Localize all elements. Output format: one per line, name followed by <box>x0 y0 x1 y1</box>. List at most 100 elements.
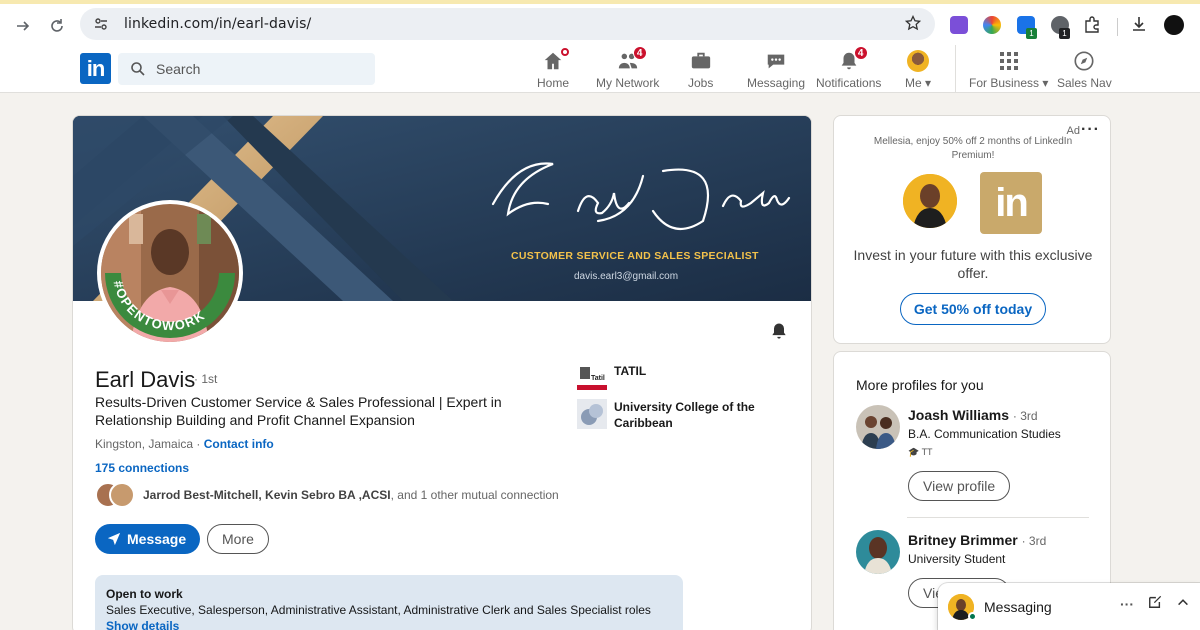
caret-down-icon: ▾ <box>1042 76 1049 90</box>
messaging-title: Messaging <box>984 598 1052 615</box>
message-button-label: Message <box>127 531 187 547</box>
messaging-actions: ··· <box>1120 595 1190 612</box>
svg-text:Tatil: Tatil <box>591 375 605 382</box>
nav-label: Sales Nav <box>1057 76 1112 90</box>
person-extra: 🎓 TT <box>908 447 933 457</box>
reload-icon[interactable] <box>44 13 70 39</box>
more-button[interactable]: More <box>207 524 269 554</box>
more-profiles-title: More profiles for you <box>856 377 984 393</box>
ad-cta-button[interactable]: Get 50% off today <box>900 293 1046 325</box>
message-button[interactable]: Message <box>95 524 201 554</box>
chat-icon <box>764 49 788 73</box>
site-settings-icon[interactable] <box>92 15 110 33</box>
ad-user-avatar <box>903 174 957 228</box>
nav-my-network[interactable]: 4 My Network <box>596 46 659 91</box>
nav-home[interactable]: Home <box>537 46 571 91</box>
forward-arrow-icon[interactable] <box>10 13 36 39</box>
search-icon <box>131 62 145 76</box>
connections-link[interactable]: 175 connections <box>95 461 189 475</box>
nav-label: Notifications <box>816 76 882 90</box>
chevron-up-icon[interactable] <box>1176 595 1190 612</box>
search-bar[interactable] <box>118 53 375 85</box>
download-icon[interactable] <box>1130 15 1148 38</box>
nav-divider <box>955 45 956 93</box>
nav-for-business[interactable]: For Business ▾ <box>969 49 1048 91</box>
notifications-badge: 4 <box>853 46 868 60</box>
profile-location: Kingston, Jamaica · Contact info <box>95 437 274 451</box>
nav-messaging[interactable]: Messaging <box>747 49 805 91</box>
nav-jobs[interactable]: Jobs <box>688 49 713 91</box>
browser-toolbar: linkedin.com/in/earl-davis/ 1 1 <box>0 0 1200 45</box>
person-headline: University Student <box>908 552 1006 566</box>
nav-sales-nav[interactable]: Sales Nav <box>1057 49 1112 91</box>
more-options-icon[interactable]: ··· <box>1120 596 1134 612</box>
open-to-work-box[interactable]: Open to work Sales Executive, Salesperso… <box>95 575 683 630</box>
separator: · <box>193 437 204 451</box>
extension-badge: 1 <box>1059 28 1070 39</box>
linkedin-global-nav: in Home 4 My Network Jobs Messaging 4 <box>0 45 1200 93</box>
avatar <box>906 49 930 73</box>
network-badge: 4 <box>632 46 647 60</box>
profile-photo-frame[interactable]: #OPENTOWORK <box>97 200 243 346</box>
send-icon <box>107 532 121 546</box>
show-details-link[interactable]: Show details <box>106 619 672 630</box>
graduation-cap-icon: 🎓 <box>908 447 920 457</box>
avatar <box>109 482 135 508</box>
banner-email: davis.earl3@gmail.com <box>574 271 678 282</box>
location-text: Kingston, Jamaica <box>95 437 194 451</box>
extension-icon[interactable] <box>950 16 968 34</box>
nav-label: Messaging <box>747 76 806 90</box>
profile-name: Earl Davis <box>95 367 196 392</box>
open-to-work-frame: #OPENTOWORK <box>105 273 235 338</box>
open-to-work-text: #OPENTOWORK <box>111 279 207 333</box>
avatar[interactable] <box>856 530 900 574</box>
nav-notifications[interactable]: 4 Notifications <box>816 46 882 91</box>
ad-body-text: Invest in your future with this exclusiv… <box>853 247 1093 281</box>
profile-avatar[interactable] <box>1164 15 1184 35</box>
avatar[interactable] <box>856 405 900 449</box>
compose-icon[interactable] <box>1148 595 1162 612</box>
ucc-logo <box>577 399 607 429</box>
contact-info-link[interactable]: Contact info <box>204 437 274 451</box>
network-icon: 4 <box>616 46 647 73</box>
nav-me[interactable]: Me ▾ <box>905 49 931 91</box>
notification-dot <box>559 46 571 58</box>
svg-text:#OPENTOWORK: #OPENTOWORK <box>111 279 208 333</box>
extension-icon[interactable] <box>983 16 1001 34</box>
extension-badge: 1 <box>1026 28 1037 39</box>
person-name[interactable]: Britney Brimmer · 3rd <box>908 532 1046 548</box>
mutual-avatars <box>95 482 137 508</box>
person-name[interactable]: Joash Williams · 3rd <box>908 407 1038 423</box>
nav-label: Home <box>537 76 570 90</box>
mutual-connections[interactable]: Jarrod Best-Mitchell, Kevin Sebro BA ,AC… <box>95 482 559 508</box>
search-input[interactable] <box>156 61 356 77</box>
messaging-dock[interactable]: Messaging ··· <box>938 583 1200 630</box>
view-profile-button[interactable]: View profile <box>908 471 1011 501</box>
online-status-dot <box>968 612 977 621</box>
follow-bell-icon[interactable] <box>769 321 791 343</box>
profile-photo[interactable]: #OPENTOWORK <box>101 204 239 342</box>
compass-icon <box>1072 49 1096 73</box>
grid-icon <box>997 49 1021 73</box>
briefcase-icon <box>689 49 713 73</box>
address-bar[interactable]: linkedin.com/in/earl-davis/ <box>80 8 935 40</box>
open-to-work-roles: Sales Executive, Salesperson, Administra… <box>106 603 651 617</box>
ad-card: Ad ··· Mellesia, enjoy 50% off 2 months … <box>833 115 1111 344</box>
experience-item[interactable]: Tatil TATIL <box>577 363 774 393</box>
connection-degree: · 1st <box>194 372 218 386</box>
education-name: University College of the Caribbean <box>614 400 755 430</box>
mutual-rest: , and 1 other mutual connection <box>390 488 559 502</box>
experience-name: TATIL <box>614 364 647 378</box>
bookmark-star-icon[interactable] <box>904 14 922 36</box>
banner-title: CUSTOMER SERVICE AND SALES SPECIALIST <box>511 250 759 262</box>
divider <box>907 517 1089 518</box>
list-item: Joash Williams · 3rd B.A. Communication … <box>856 405 1096 515</box>
ad-promo-text: Mellesia, enjoy 50% off 2 months of Link… <box>873 136 1073 161</box>
nav-label: Me ▾ <box>905 76 932 90</box>
caret-down-icon: ▾ <box>925 76 932 90</box>
tatil-logo: Tatil <box>577 363 607 393</box>
education-item[interactable]: University College of the Caribbean <box>577 399 774 431</box>
puzzle-extensions-icon[interactable] <box>1083 15 1101 38</box>
bell-icon: 4 <box>837 46 868 73</box>
linkedin-logo[interactable]: in <box>80 53 111 84</box>
